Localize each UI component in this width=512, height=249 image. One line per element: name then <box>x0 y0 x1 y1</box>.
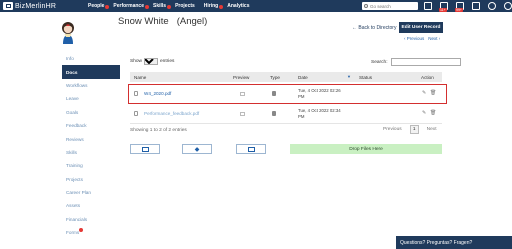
sidebar-item-forms[interactable]: Forms <box>62 226 120 239</box>
help-icon[interactable] <box>488 2 496 10</box>
top-navbar: BizMerlinHR People Performance Skills Pr… <box>0 0 512 12</box>
table-search-input[interactable] <box>390 58 461 66</box>
top-icon-bar: 11+ 99+ <box>424 2 512 12</box>
computer-icon <box>141 146 149 152</box>
nav-performance[interactable]: Performance <box>113 3 149 9</box>
sidebar-item-skills[interactable]: Skills <box>62 146 120 159</box>
upload-computer-button[interactable] <box>130 144 160 154</box>
profile-name: Snow White (Angel) <box>118 16 207 27</box>
table-search-label: Search: <box>371 59 388 65</box>
sort-desc-icon[interactable]: ▼ <box>347 74 351 79</box>
sidebar-item-leave[interactable]: Leave <box>62 92 120 105</box>
sidebar-item-training[interactable]: Training <box>62 159 120 172</box>
folder-icon <box>247 146 255 152</box>
table-pager: Previous 1 Next <box>383 125 437 134</box>
dropbox-icon: ◆ <box>194 146 200 153</box>
profile-sidebar: Info Docs Workflows Leave Goals Feedback… <box>62 52 120 239</box>
sidebar-item-feedback[interactable]: Feedback <box>62 119 120 132</box>
back-to-directory-link[interactable]: ← Back to Directory <box>352 25 396 31</box>
sidebar-item-info[interactable]: Info <box>62 52 120 65</box>
notification-dot <box>219 5 224 9</box>
sidebar-item-projects[interactable]: Projects <box>62 173 120 186</box>
record-pager: ‹ Previous Next › <box>404 36 444 41</box>
nav-projects[interactable]: Projects <box>175 3 195 9</box>
sidebar-item-financials[interactable]: Financials <box>62 213 120 226</box>
entries-select[interactable]: 10 <box>144 58 158 65</box>
avatar <box>62 22 74 44</box>
highlight-box <box>128 84 447 104</box>
nav-skills[interactable]: Skills <box>153 3 172 9</box>
sidebar-item-reviews[interactable]: Reviews <box>62 132 120 145</box>
upload-dropbox-button[interactable]: ◆ <box>182 144 212 154</box>
sidebar-item-workflows[interactable]: Workflows <box>62 79 120 92</box>
delete-icon[interactable]: 🗑 <box>430 110 436 116</box>
nav-people[interactable]: People <box>88 3 110 9</box>
sidebar-item-assets[interactable]: Assets <box>62 199 120 212</box>
chat-widget[interactable]: Questions? Preguntas? Fragen? <box>396 236 512 249</box>
edit-user-record-button[interactable]: Edit User Record <box>399 22 443 33</box>
edit-icon[interactable]: ✎ <box>422 110 426 116</box>
table-row: Performance_feedback.pdf Tue, 4 Oct 2022… <box>130 104 442 124</box>
main-nav: People Performance Skills Projects Hirin… <box>88 0 258 12</box>
next-record-link[interactable]: Next › <box>428 36 440 41</box>
drop-files-zone[interactable]: Drop Files Here <box>290 144 442 154</box>
docs-table-header: Name Preview Type Date ▼ Status Action <box>130 72 442 82</box>
file-name-link[interactable]: Performance_feedback.pdf <box>144 111 199 116</box>
col-preview[interactable]: Preview <box>233 75 249 80</box>
logo-text: BizMerlinHR <box>15 2 57 10</box>
settings-icon[interactable] <box>504 2 512 10</box>
sidebar-item-goals[interactable]: Goals <box>62 106 120 119</box>
col-status[interactable]: Status <box>359 75 372 80</box>
entries-label: entries <box>160 59 175 64</box>
calendar-icon[interactable]: 11+ <box>439 2 448 12</box>
page-1-button[interactable]: 1 <box>409 125 419 134</box>
calendar-badge: 11+ <box>439 8 447 12</box>
upload-files-button[interactable] <box>236 144 266 154</box>
table-search: Search: <box>371 58 461 66</box>
tasks-icon[interactable]: 99+ <box>455 2 464 12</box>
entries-length-control: Show 10 entries <box>130 58 174 65</box>
mail-icon[interactable] <box>424 2 432 10</box>
nav-hiring[interactable]: Hiring <box>204 3 224 9</box>
show-label: Show <box>130 59 142 64</box>
search-icon <box>364 4 368 8</box>
col-type[interactable]: Type <box>270 75 280 80</box>
sidebar-item-career-plan[interactable]: Career Plan <box>62 186 120 199</box>
notification-dot <box>105 5 110 9</box>
notification-dot <box>79 228 83 233</box>
pdf-type-icon <box>272 111 276 116</box>
previous-record-link[interactable]: ‹ Previous <box>404 36 424 41</box>
tasks-badge: 99+ <box>455 8 463 12</box>
col-name[interactable]: Name <box>134 75 146 80</box>
logo-icon <box>3 2 13 10</box>
preview-icon[interactable] <box>240 112 245 116</box>
previous-page-button[interactable]: Previous <box>383 127 402 132</box>
notification-dot <box>167 5 172 9</box>
sidebar-item-docs[interactable]: Docs <box>62 65 120 79</box>
table-info: Showing 1 to 2 of 2 entries <box>130 128 187 133</box>
col-date[interactable]: Date <box>298 75 308 80</box>
user-alias: (Angel) <box>176 16 208 27</box>
global-search-input[interactable] <box>370 2 416 10</box>
notification-dot <box>144 5 149 9</box>
file-icon <box>134 111 138 116</box>
user-name: Snow White <box>118 16 169 27</box>
next-page-button[interactable]: Next <box>427 127 437 132</box>
global-search[interactable] <box>362 2 418 10</box>
nav-analytics[interactable]: Analytics <box>227 3 249 9</box>
logo[interactable]: BizMerlinHR <box>0 0 80 12</box>
date-cell: Tue, 4 Oct 2022 02:34 PM <box>298 108 341 119</box>
star-icon[interactable] <box>472 2 480 10</box>
col-action: Action <box>421 74 434 80</box>
